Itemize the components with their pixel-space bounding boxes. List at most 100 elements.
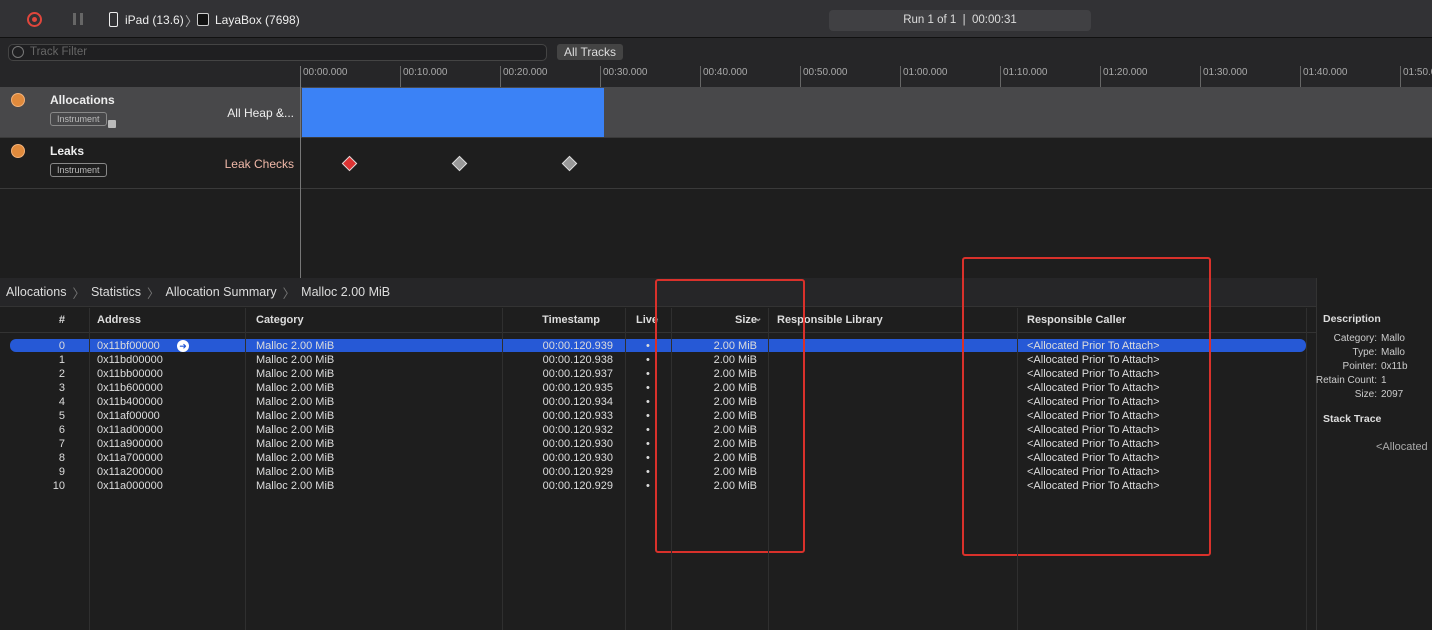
inspector-panel: Description Category: Mallo Type: Mallo Poin… bbox=[1316, 278, 1432, 630]
track-subtitle: All Heap &... bbox=[227, 106, 294, 120]
cell: 00:00.120.937 bbox=[542, 368, 613, 380]
stack-trace-text: <Allocated bbox=[1376, 441, 1428, 453]
cell: 7 bbox=[58, 438, 65, 450]
column-divider bbox=[245, 308, 246, 630]
go-to-arrow-icon[interactable]: ➜ bbox=[177, 340, 189, 352]
field-label: Pointer: bbox=[1342, 361, 1377, 372]
device-icon bbox=[109, 12, 118, 27]
cell: 0x11bb00000 bbox=[97, 368, 163, 380]
chevron-down-icon[interactable] bbox=[108, 120, 116, 128]
column-header[interactable]: # bbox=[59, 314, 65, 326]
cell: 10 bbox=[52, 480, 65, 492]
ruler-tick: 00:50.000 bbox=[800, 66, 848, 87]
cell: Malloc 2.00 MiB bbox=[256, 452, 335, 464]
cell: • bbox=[646, 368, 650, 380]
field-value: Mallo bbox=[1381, 347, 1405, 358]
breadcrumb-item[interactable]: Allocations bbox=[6, 285, 66, 299]
instrument-badge[interactable]: Instrument bbox=[50, 112, 107, 126]
cell: • bbox=[646, 452, 650, 464]
track-allocations[interactable]: Allocations Instrument All Heap &... bbox=[0, 87, 1432, 138]
cell: • bbox=[646, 340, 650, 352]
record-button[interactable] bbox=[27, 12, 42, 27]
chevron-right-icon: 〉 bbox=[72, 286, 85, 301]
column-header[interactable]: Category bbox=[256, 314, 304, 326]
cell: • bbox=[646, 410, 650, 422]
cell: 0x11a900000 bbox=[97, 438, 163, 450]
field-label: Type: bbox=[1352, 347, 1377, 358]
leak-check-failed-icon[interactable] bbox=[341, 155, 358, 172]
ruler-tick: 01:00.000 bbox=[900, 66, 948, 87]
cell: 00:00.120.930 bbox=[542, 438, 613, 450]
track-divider bbox=[300, 66, 301, 278]
cell: 0x11bf00000 bbox=[97, 340, 160, 352]
cell: 00:00.120.929 bbox=[542, 466, 613, 478]
filter-icon bbox=[12, 46, 24, 58]
track-leaks[interactable]: Leaks Instrument Leak Checks bbox=[0, 138, 1432, 189]
cell: Malloc 2.00 MiB bbox=[256, 424, 335, 436]
track-name: Leaks bbox=[50, 144, 85, 158]
cell: 3 bbox=[58, 382, 65, 394]
allocation-graph[interactable] bbox=[302, 88, 604, 137]
cell: • bbox=[646, 396, 650, 408]
cell: 0x11b400000 bbox=[97, 396, 163, 408]
field-value: 0x11b bbox=[1381, 361, 1408, 372]
ruler-tick: 00:40.000 bbox=[700, 66, 748, 87]
cell: • bbox=[646, 480, 650, 492]
breadcrumb-item[interactable]: Malloc 2.00 MiB bbox=[301, 285, 390, 299]
column-divider bbox=[1017, 308, 1018, 630]
cell: Malloc 2.00 MiB bbox=[256, 466, 335, 478]
column-divider bbox=[89, 308, 90, 630]
chevron-right-icon: 〉 bbox=[146, 286, 160, 301]
pause-button[interactable] bbox=[73, 13, 83, 25]
column-divider bbox=[671, 308, 672, 630]
timeline-ruler[interactable]: 00:00.000 00:10.000 00:20.000 00:30.000 00:4… bbox=[0, 66, 1432, 87]
cell: Malloc 2.00 MiB bbox=[256, 480, 335, 492]
cell: Malloc 2.00 MiB bbox=[256, 368, 335, 380]
track-name: Allocations bbox=[50, 93, 115, 107]
cell: 0x11b600000 bbox=[97, 382, 163, 394]
ruler-tick: 00:20.000 bbox=[500, 66, 548, 87]
leak-check-ok-icon[interactable] bbox=[451, 155, 468, 172]
cell: • bbox=[646, 424, 650, 436]
filter-bar: Track Filter All Tracks bbox=[0, 38, 1432, 66]
ruler-tick: 00:00.000 bbox=[300, 66, 348, 87]
column-divider bbox=[1306, 308, 1307, 630]
field-label: Category: bbox=[1333, 333, 1377, 344]
cell: 00:00.120.934 bbox=[542, 396, 613, 408]
all-tracks-button[interactable]: All Tracks bbox=[557, 44, 624, 60]
cell: • bbox=[646, 382, 650, 394]
ruler-tick: 01:30.000 bbox=[1200, 66, 1248, 87]
stack-trace-title: Stack Trace bbox=[1323, 413, 1382, 425]
track-filter-input[interactable]: Track Filter bbox=[8, 44, 547, 61]
cell: 0 bbox=[58, 340, 65, 352]
terminal-icon bbox=[197, 13, 209, 26]
cell: 5 bbox=[58, 410, 65, 422]
allocations-icon bbox=[11, 93, 25, 107]
column-divider bbox=[768, 308, 769, 630]
field-value: 1 bbox=[1381, 375, 1387, 386]
column-header[interactable]: Timestamp bbox=[542, 314, 600, 326]
cell: 00:00.120.935 bbox=[542, 382, 613, 394]
cell: Malloc 2.00 MiB bbox=[256, 438, 335, 450]
cell: Malloc 2.00 MiB bbox=[256, 396, 335, 408]
cell: 00:00.120.930 bbox=[542, 452, 613, 464]
breadcrumb-item[interactable]: Allocation Summary bbox=[166, 285, 277, 299]
cell: 0x11bd00000 bbox=[97, 354, 163, 366]
cell: Malloc 2.00 MiB bbox=[256, 354, 335, 366]
leak-check-ok-icon[interactable] bbox=[561, 155, 578, 172]
process-selector[interactable]: LayaBox (7698) bbox=[215, 13, 300, 27]
column-header[interactable]: Address bbox=[97, 314, 141, 326]
column-divider bbox=[502, 308, 503, 630]
ruler-tick: 01:20.000 bbox=[1100, 66, 1148, 87]
column-divider bbox=[625, 308, 626, 630]
instrument-badge[interactable]: Instrument bbox=[50, 163, 107, 177]
cell: 6 bbox=[58, 424, 65, 436]
field-value: 2097 bbox=[1381, 389, 1404, 400]
device-selector[interactable]: iPad (13.6) bbox=[125, 13, 184, 27]
field-value: Mallo bbox=[1381, 333, 1405, 344]
cell: 4 bbox=[58, 396, 65, 408]
run-status: Run 1 of 1 | 00:00:31 bbox=[829, 10, 1091, 31]
breadcrumb-item[interactable]: Statistics bbox=[91, 285, 141, 299]
track-filter-placeholder: Track Filter bbox=[30, 46, 88, 58]
cell: 00:00.120.939 bbox=[542, 340, 613, 352]
